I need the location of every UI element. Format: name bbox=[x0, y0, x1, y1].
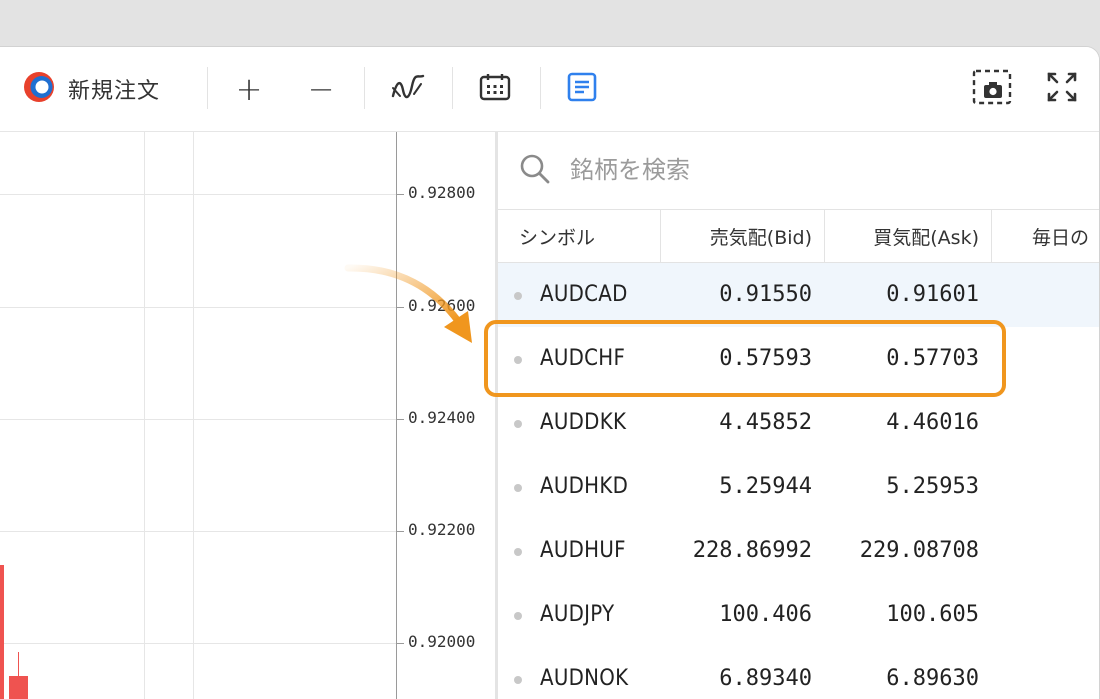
table-row[interactable]: AUDHUF 228.86992 229.08708 bbox=[498, 519, 1099, 583]
gridline bbox=[0, 531, 396, 532]
row-bid: 6.89340 bbox=[719, 666, 812, 691]
column-header-ask[interactable]: 買気配(Ask) bbox=[824, 210, 991, 262]
zoom-out-button[interactable]: − bbox=[303, 47, 339, 131]
axis-label: 0.92800 bbox=[408, 183, 476, 202]
candle bbox=[9, 676, 28, 699]
axis-label: 0.92000 bbox=[408, 632, 476, 651]
axis-tick bbox=[397, 194, 404, 195]
status-dot bbox=[514, 548, 522, 556]
row-bid: 0.57593 bbox=[719, 346, 812, 371]
status-dot bbox=[514, 676, 522, 684]
axis-tick bbox=[397, 307, 404, 308]
watchlist-icon bbox=[566, 71, 598, 107]
plus-icon: + bbox=[235, 70, 263, 108]
column-header-daily[interactable]: 毎日の bbox=[991, 210, 1099, 262]
axis-tick bbox=[397, 643, 404, 644]
row-symbol: AUDDKK bbox=[540, 410, 627, 435]
row-symbol: AUDHUF bbox=[540, 538, 626, 563]
fullscreen-button[interactable] bbox=[1044, 47, 1080, 131]
screenshot-button[interactable] bbox=[972, 47, 1012, 131]
calendar-button[interactable] bbox=[477, 47, 513, 131]
row-ask: 229.08708 bbox=[859, 538, 979, 563]
table-row[interactable]: AUDNOK 6.89340 6.89630 bbox=[498, 647, 1099, 699]
axis-label: 0.92600 bbox=[408, 296, 476, 315]
new-order-button[interactable]: 新規注文 bbox=[22, 47, 160, 131]
indicator-button[interactable] bbox=[390, 47, 426, 131]
watchlist-panel: シンボル 売気配(Bid) 買気配(Ask) 毎日の AUDCAD 0.9155… bbox=[498, 132, 1099, 699]
search-icon bbox=[518, 152, 552, 190]
fullscreen-icon bbox=[1045, 70, 1079, 108]
gridline bbox=[0, 419, 396, 420]
screenshot-icon bbox=[972, 69, 1012, 109]
row-symbol: AUDNOK bbox=[540, 666, 629, 691]
table-row[interactable]: AUDCAD 0.91550 0.91601 bbox=[498, 263, 1099, 327]
calendar-icon bbox=[479, 72, 511, 106]
table-row[interactable]: AUDHKD 5.25944 5.25953 bbox=[498, 455, 1099, 519]
toolbar-divider bbox=[452, 67, 453, 109]
status-dot bbox=[514, 484, 522, 492]
row-bid: 100.406 bbox=[719, 602, 812, 627]
new-order-label: 新規注文 bbox=[68, 79, 161, 104]
gridline bbox=[0, 307, 396, 308]
minus-icon: − bbox=[307, 70, 335, 108]
row-symbol: AUDCHF bbox=[540, 346, 626, 371]
toolbar: 新規注文 + − bbox=[0, 47, 1099, 132]
watchlist-toggle-button[interactable] bbox=[564, 47, 600, 131]
candle bbox=[0, 565, 4, 699]
column-header-bid[interactable]: 売気配(Bid) bbox=[660, 210, 824, 262]
table-row[interactable]: AUDJPY 100.406 100.605 bbox=[498, 583, 1099, 647]
status-dot bbox=[514, 292, 522, 300]
symbol-search bbox=[498, 132, 1099, 210]
indicator-icon bbox=[390, 72, 426, 106]
toolbar-divider bbox=[540, 67, 541, 109]
logo-icon bbox=[22, 70, 56, 108]
row-symbol: AUDCAD bbox=[540, 282, 628, 307]
toolbar-divider bbox=[207, 67, 208, 109]
gridline bbox=[0, 643, 396, 644]
table-row[interactable]: AUDDKK 4.45852 4.46016 bbox=[498, 391, 1099, 455]
gridline bbox=[144, 132, 145, 699]
column-header-symbol[interactable]: シンボル bbox=[519, 210, 595, 262]
search-input[interactable] bbox=[570, 148, 1010, 192]
table-header: シンボル 売気配(Bid) 買気配(Ask) 毎日の bbox=[498, 210, 1099, 263]
row-ask: 6.89630 bbox=[886, 666, 979, 691]
axis-label: 0.92200 bbox=[408, 520, 476, 539]
gridline bbox=[193, 132, 194, 699]
row-ask: 5.25953 bbox=[886, 474, 979, 499]
status-dot bbox=[514, 356, 522, 364]
row-ask: 100.605 bbox=[886, 602, 979, 627]
price-chart[interactable] bbox=[0, 132, 397, 699]
price-axis[interactable]: 0.92800 0.92600 0.92400 0.92200 0.92000 bbox=[397, 132, 498, 699]
row-bid: 4.45852 bbox=[719, 410, 812, 435]
axis-tick bbox=[397, 531, 404, 532]
row-bid: 228.86992 bbox=[692, 538, 812, 563]
row-bid: 0.91550 bbox=[719, 282, 812, 307]
axis-label: 0.92400 bbox=[408, 408, 476, 427]
row-ask: 0.91601 bbox=[886, 282, 979, 307]
toolbar-divider bbox=[364, 67, 365, 109]
status-dot bbox=[514, 612, 522, 620]
table-row[interactable]: AUDCHF 0.57593 0.57703 bbox=[498, 327, 1099, 391]
zoom-in-button[interactable]: + bbox=[231, 47, 267, 131]
app-window: 新規注文 + − 0.92800 0.92600 0.92400 0.92200… bbox=[0, 46, 1100, 699]
axis-tick bbox=[397, 419, 404, 420]
status-dot bbox=[514, 420, 522, 428]
row-symbol: AUDHKD bbox=[540, 474, 629, 499]
row-ask: 4.46016 bbox=[886, 410, 979, 435]
row-symbol: AUDJPY bbox=[540, 602, 615, 627]
gridline bbox=[0, 194, 396, 195]
row-ask: 0.57703 bbox=[886, 346, 979, 371]
row-bid: 5.25944 bbox=[719, 474, 812, 499]
